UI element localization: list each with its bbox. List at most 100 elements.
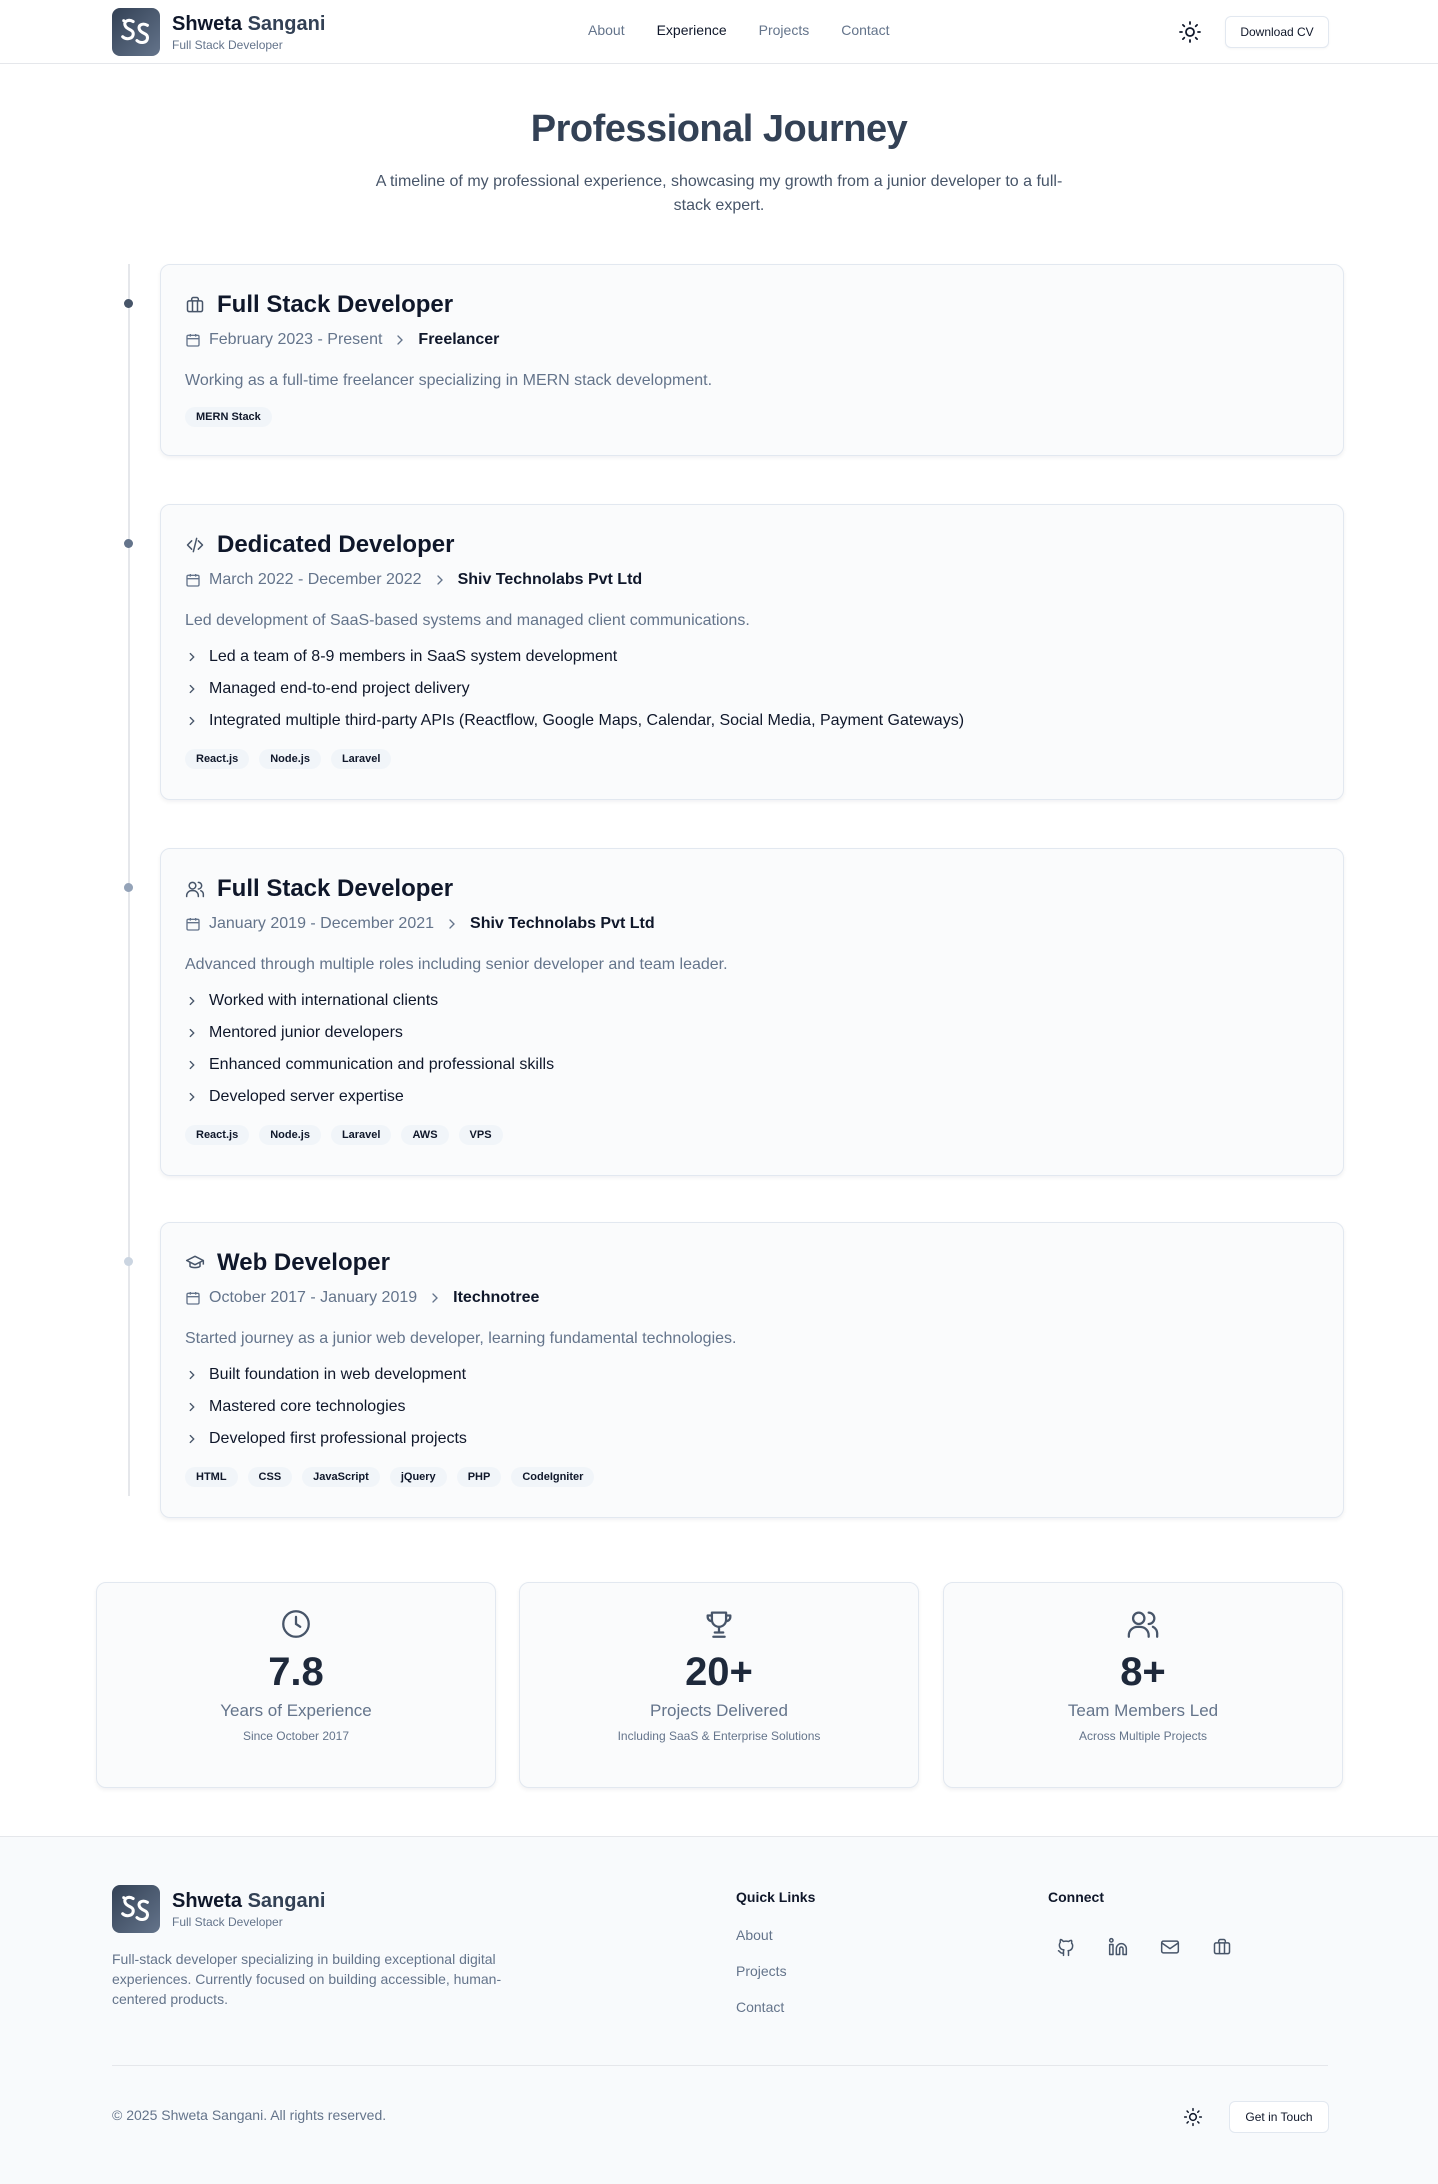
experience-card: Full Stack Developer January 2019 - Dece… — [160, 848, 1344, 1176]
tech-tag: Laravel — [330, 1125, 392, 1145]
tech-tag: CodeIgniter — [511, 1467, 595, 1487]
footer-first-name: Shweta — [172, 1890, 243, 1912]
brand-first-name: Shweta — [172, 13, 243, 35]
chevron-right-icon — [427, 1290, 443, 1306]
achievement-text: Mastered core technologies — [209, 1398, 406, 1415]
trophy-icon — [702, 1607, 736, 1641]
stat-value: 20+ — [685, 1650, 753, 1694]
achievement-text: Worked with international clients — [209, 992, 439, 1009]
get-in-touch-button[interactable]: Get in Touch — [1229, 2101, 1329, 2133]
nav-experience[interactable]: Experience — [657, 22, 727, 38]
footer-link-projects[interactable]: Projects — [736, 1963, 787, 1979]
tech-tag: PHP — [456, 1467, 502, 1487]
chevron-right-icon — [189, 1434, 195, 1444]
stat-card-team: 8+ Team Members Led Across Multiple Proj… — [943, 1582, 1343, 1788]
theme-toggle-sun-icon[interactable] — [1183, 2107, 1203, 2127]
job-dates: February 2023 - Present — [209, 331, 383, 348]
calendar-icon — [185, 916, 201, 932]
tech-tag: Node.js — [259, 749, 321, 769]
list-item: Managed end-to-end project delivery — [185, 673, 1319, 705]
achievement-list: Led a team of 8-9 members in SaaS system… — [185, 641, 1319, 737]
github-icon[interactable] — [1048, 1929, 1084, 1965]
linkedin-icon[interactable] — [1100, 1929, 1136, 1965]
nav-about[interactable]: About — [588, 22, 625, 38]
tech-tag: CSS — [247, 1467, 293, 1487]
footer-link-about[interactable]: About — [736, 1927, 773, 1943]
site-footer: Shweta Sangani Full Stack Developer Full… — [0, 1836, 1438, 2184]
list-item: Developed server expertise — [185, 1081, 1319, 1113]
graduation-cap-icon — [185, 1253, 205, 1273]
chevron-right-icon — [189, 652, 195, 662]
briefcase-icon[interactable] — [1204, 1929, 1240, 1965]
code-icon — [185, 535, 205, 555]
timeline-line — [128, 264, 130, 1496]
chevron-right-icon — [189, 1028, 195, 1038]
experience-card: Dedicated Developer March 2022 - Decembe… — [160, 504, 1344, 800]
achievement-list: Built foundation in web development Mast… — [185, 1359, 1319, 1455]
job-dates: March 2022 - December 2022 — [209, 571, 422, 588]
timeline-dot — [124, 883, 133, 892]
copyright-text: © 2025 Shweta Sangani. All rights reserv… — [112, 2107, 387, 2123]
calendar-icon — [185, 572, 201, 588]
job-title: Full Stack Developer — [217, 291, 454, 318]
achievement-text: Led a team of 8-9 members in SaaS system… — [209, 648, 618, 665]
main-nav: About Experience Projects Contact — [588, 22, 921, 38]
chevron-right-icon — [189, 716, 195, 726]
tech-tag: JavaScript — [302, 1467, 380, 1487]
quick-links-title: Quick Links — [736, 1889, 816, 1905]
nav-contact[interactable]: Contact — [841, 22, 889, 38]
tech-tag: React.js — [185, 749, 250, 769]
stat-card-projects: 20+ Projects Delivered Including SaaS & … — [519, 1582, 919, 1788]
list-item: Led a team of 8-9 members in SaaS system… — [185, 641, 1319, 673]
footer-last-name: Sangani — [247, 1890, 326, 1912]
footer-brand[interactable]: Shweta Sangani Full Stack Developer — [112, 1885, 325, 1933]
theme-toggle-sun-icon[interactable] — [1178, 20, 1202, 44]
page-title: Professional Journey — [530, 108, 908, 150]
mail-icon[interactable] — [1152, 1929, 1188, 1965]
list-item: Worked with international clients — [185, 985, 1319, 1017]
experience-card: Full Stack Developer February 2023 - Pre… — [160, 264, 1344, 456]
achievement-text: Developed first professional projects — [209, 1430, 467, 1447]
job-title: Full Stack Developer — [217, 875, 454, 902]
list-item: Integrated multiple third-party APIs (Re… — [185, 705, 1319, 737]
job-company: Shiv Technolabs Pvt Ltd — [457, 571, 643, 588]
users-icon — [1126, 1607, 1160, 1641]
chevron-right-icon — [189, 1060, 195, 1070]
stat-label: Team Members Led — [1067, 1701, 1219, 1720]
timeline-dot — [124, 1257, 133, 1266]
list-item: Built foundation in web development — [185, 1359, 1319, 1391]
chevron-right-icon — [189, 1402, 195, 1412]
job-company: Shiv Technolabs Pvt Ltd — [470, 915, 655, 932]
achievement-text: Integrated multiple third-party APIs (Re… — [209, 712, 965, 729]
calendar-icon — [185, 1290, 201, 1306]
clock-icon — [279, 1607, 313, 1641]
job-title: Dedicated Developer — [217, 531, 455, 558]
footer-brand-name: Shweta Sangani — [172, 1889, 325, 1913]
job-description: Advanced through multiple roles includin… — [185, 956, 728, 973]
achievement-text: Built foundation in web development — [209, 1366, 467, 1383]
brand-subtitle: Full Stack Developer — [172, 38, 283, 52]
job-title: Web Developer — [217, 1249, 390, 1276]
site-header: Shweta Sangani Full Stack Developer Abou… — [0, 0, 1438, 64]
brand-link[interactable]: Shweta Sangani Full Stack Developer — [112, 8, 325, 56]
logo-icon — [112, 1885, 160, 1933]
tech-tag: HTML — [185, 1467, 238, 1487]
stat-label: Projects Delivered — [650, 1701, 788, 1720]
job-description: Started journey as a junior web develope… — [185, 1330, 737, 1347]
achievement-text: Developed server expertise — [209, 1088, 404, 1105]
stat-sublabel: Across Multiple Projects — [1078, 1729, 1208, 1743]
chevron-right-icon — [189, 1092, 195, 1102]
chevron-right-icon — [432, 572, 448, 588]
tech-tag: jQuery — [389, 1467, 447, 1487]
tech-tag: Node.js — [259, 1125, 321, 1145]
download-cv-button[interactable]: Download CV — [1225, 16, 1329, 48]
stat-value: 8+ — [1120, 1650, 1166, 1694]
connect-title: Connect — [1048, 1889, 1104, 1905]
achievement-text: Mentored junior developers — [209, 1024, 403, 1041]
nav-projects[interactable]: Projects — [759, 22, 810, 38]
footer-link-contact[interactable]: Contact — [736, 1999, 784, 2015]
chevron-right-icon — [189, 684, 195, 694]
stat-sublabel: Since October 2017 — [242, 1729, 350, 1743]
logo-icon — [112, 8, 160, 56]
footer-divider — [112, 2065, 1328, 2066]
